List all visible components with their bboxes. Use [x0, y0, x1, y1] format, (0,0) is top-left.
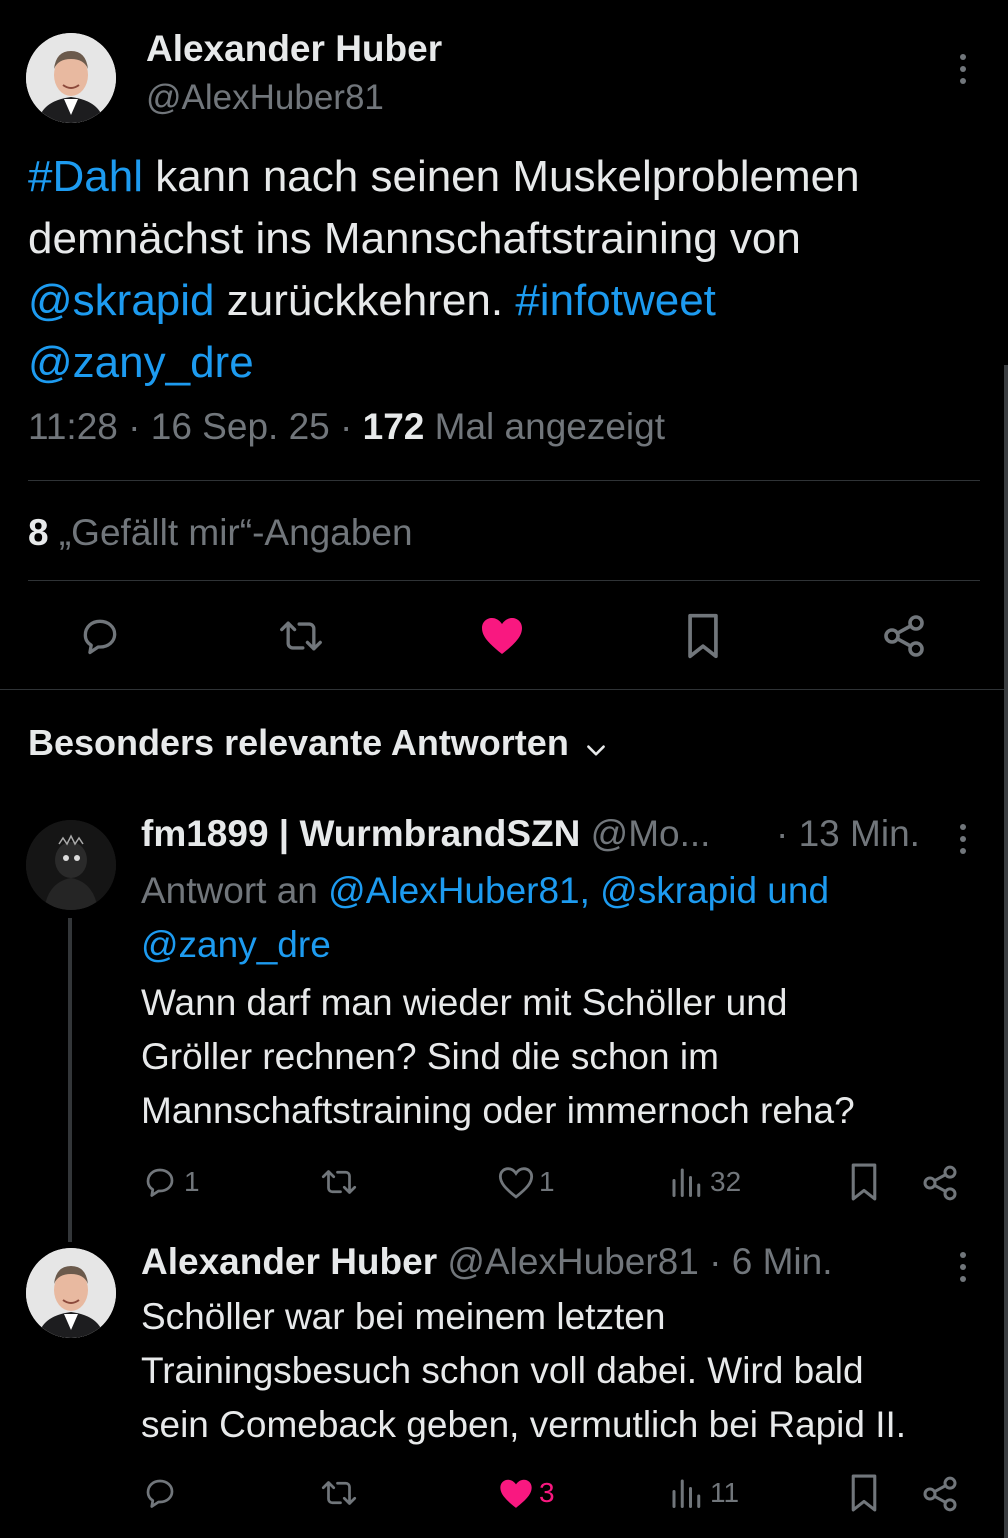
- tweet-time[interactable]: 11:28: [28, 406, 118, 447]
- avatar-portrait: [26, 1248, 116, 1338]
- reply-time[interactable]: · 6 Min.: [709, 1241, 832, 1282]
- tweet-text: #Dahl kann nach seinen Muskelproblemen d…: [28, 146, 988, 394]
- retweet-icon[interactable]: [318, 1164, 360, 1200]
- author-avatar[interactable]: [26, 33, 116, 123]
- divider: [28, 480, 980, 481]
- reply-to-label: Antwort an: [141, 870, 318, 911]
- reply-avatar[interactable]: [26, 1248, 116, 1338]
- views-icon: [668, 1475, 704, 1511]
- likes-count: 8: [28, 512, 49, 553]
- reply-author-handle[interactable]: @AlexHuber81: [447, 1241, 698, 1282]
- views-icon: [668, 1164, 704, 1200]
- likes-label: „Gefällt mir“-Angaben: [58, 512, 413, 553]
- author-handle[interactable]: @AlexHuber81: [146, 78, 384, 118]
- reply-icon: [142, 1164, 178, 1200]
- retweet-icon[interactable]: [318, 1475, 360, 1511]
- tweet-text-segment: zurückkehren.: [214, 276, 516, 325]
- hashtag-link[interactable]: #Dahl: [28, 152, 143, 201]
- bookmark-icon[interactable]: [848, 1162, 880, 1202]
- tweet-line-3: @skrapid zurückkehren. #infotweet: [28, 270, 988, 332]
- tweet-text-segment: kann nach seinen Muskelproblemen: [142, 152, 860, 201]
- reply-to-mentions[interactable]: @AlexHuber81, @skrapid und: [328, 870, 829, 911]
- reply-author-name[interactable]: fm1899 | WurmbrandSZN: [141, 813, 580, 854]
- hashtag-link[interactable]: #infotweet: [515, 276, 716, 325]
- reply-action-views[interactable]: 11: [668, 1475, 739, 1511]
- views-count: 32: [710, 1166, 742, 1197]
- tweet-line-1: #Dahl kann nach seinen Muskelproblemen: [28, 146, 988, 208]
- retweet-icon[interactable]: [276, 614, 326, 658]
- replies-section-title: Besonders relevante Antworten: [28, 722, 569, 763]
- reply-text-line: Wann darf man wieder mit Schöller und: [141, 982, 788, 1023]
- reply-text-line: Schöller war bei meinem letzten: [141, 1296, 666, 1337]
- replies-count: 1: [184, 1166, 200, 1197]
- reply-avatar[interactable]: [26, 820, 116, 910]
- divider: [28, 580, 980, 581]
- reply-action-views[interactable]: 32: [668, 1164, 741, 1200]
- bookmark-icon[interactable]: [684, 612, 722, 660]
- reply-text-line: Trainingsbesuch schon voll dabei. Wird b…: [141, 1350, 864, 1391]
- reply-header: fm1899 | WurmbrandSZN @Mo...: [141, 813, 710, 855]
- reply-text-line: Gröller rechnen? Sind die schon im: [141, 1036, 719, 1077]
- reply-text-line: Mannschaftstraining oder immernoch reha?: [141, 1090, 855, 1131]
- section-divider: [0, 689, 1008, 690]
- reply-action-like[interactable]: 1: [497, 1164, 555, 1200]
- reply-action-reply[interactable]: 1: [142, 1164, 200, 1200]
- more-icon[interactable]: [952, 1250, 974, 1284]
- likes-summary[interactable]: 8 „Gefällt mir“-Angaben: [28, 512, 413, 554]
- like-icon[interactable]: [478, 612, 526, 658]
- reply-text: Wann darf man wieder mit Schöller und Gr…: [141, 976, 855, 1138]
- share-icon[interactable]: [880, 612, 928, 660]
- scrollbar[interactable]: [1004, 365, 1008, 1538]
- share-icon[interactable]: [920, 1163, 960, 1203]
- tweet-meta: 11:28 · 16 Sep. 25 · 172 Mal angezeigt: [28, 406, 666, 447]
- reply-header: Alexander Huber @AlexHuber81 · 6 Min.: [141, 1241, 832, 1283]
- views-count: 11: [710, 1477, 740, 1508]
- avatar-dark-figure: [26, 820, 116, 910]
- chevron-down-icon: [583, 738, 609, 764]
- bookmark-icon[interactable]: [848, 1473, 880, 1513]
- tweet-line-4: @zany_dre: [28, 332, 988, 394]
- tweet-line-2: demnächst ins Mannschaftstraining von: [28, 214, 801, 263]
- views-count: 172: [362, 406, 425, 447]
- avatar-portrait: [26, 33, 116, 123]
- reply-to-mention[interactable]: @zany_dre: [141, 918, 829, 972]
- reply-time[interactable]: · 13 Min.: [776, 813, 920, 855]
- tweet-date[interactable]: 16 Sep. 25: [151, 406, 330, 447]
- reply-to-info: Antwort an @AlexHuber81, @skrapid und @z…: [141, 864, 829, 972]
- more-icon[interactable]: [952, 822, 974, 856]
- reply-icon[interactable]: [142, 1475, 178, 1511]
- replies-sort-toggle[interactable]: Besonders relevante Antworten: [28, 722, 609, 764]
- thread-line: [68, 918, 72, 1242]
- reply-text-line: sein Comeback geben, vermutlich bei Rapi…: [141, 1404, 907, 1445]
- like-icon: [497, 1475, 535, 1511]
- mention-link[interactable]: @zany_dre: [28, 338, 254, 387]
- reply-text: Schöller war bei meinem letzten Training…: [141, 1290, 906, 1452]
- likes-count: 3: [539, 1477, 555, 1508]
- likes-count: 1: [539, 1166, 555, 1197]
- reply-action-like[interactable]: 3: [497, 1475, 555, 1511]
- reply-icon[interactable]: [78, 614, 122, 658]
- share-icon[interactable]: [920, 1474, 960, 1514]
- reply-author-name[interactable]: Alexander Huber: [141, 1241, 437, 1282]
- like-icon: [497, 1164, 535, 1200]
- mention-link[interactable]: @skrapid: [28, 276, 215, 325]
- author-name[interactable]: Alexander Huber: [146, 28, 442, 70]
- more-icon[interactable]: [952, 52, 974, 86]
- views-label: Mal angezeigt: [434, 406, 666, 447]
- reply-author-handle[interactable]: @Mo...: [591, 813, 711, 854]
